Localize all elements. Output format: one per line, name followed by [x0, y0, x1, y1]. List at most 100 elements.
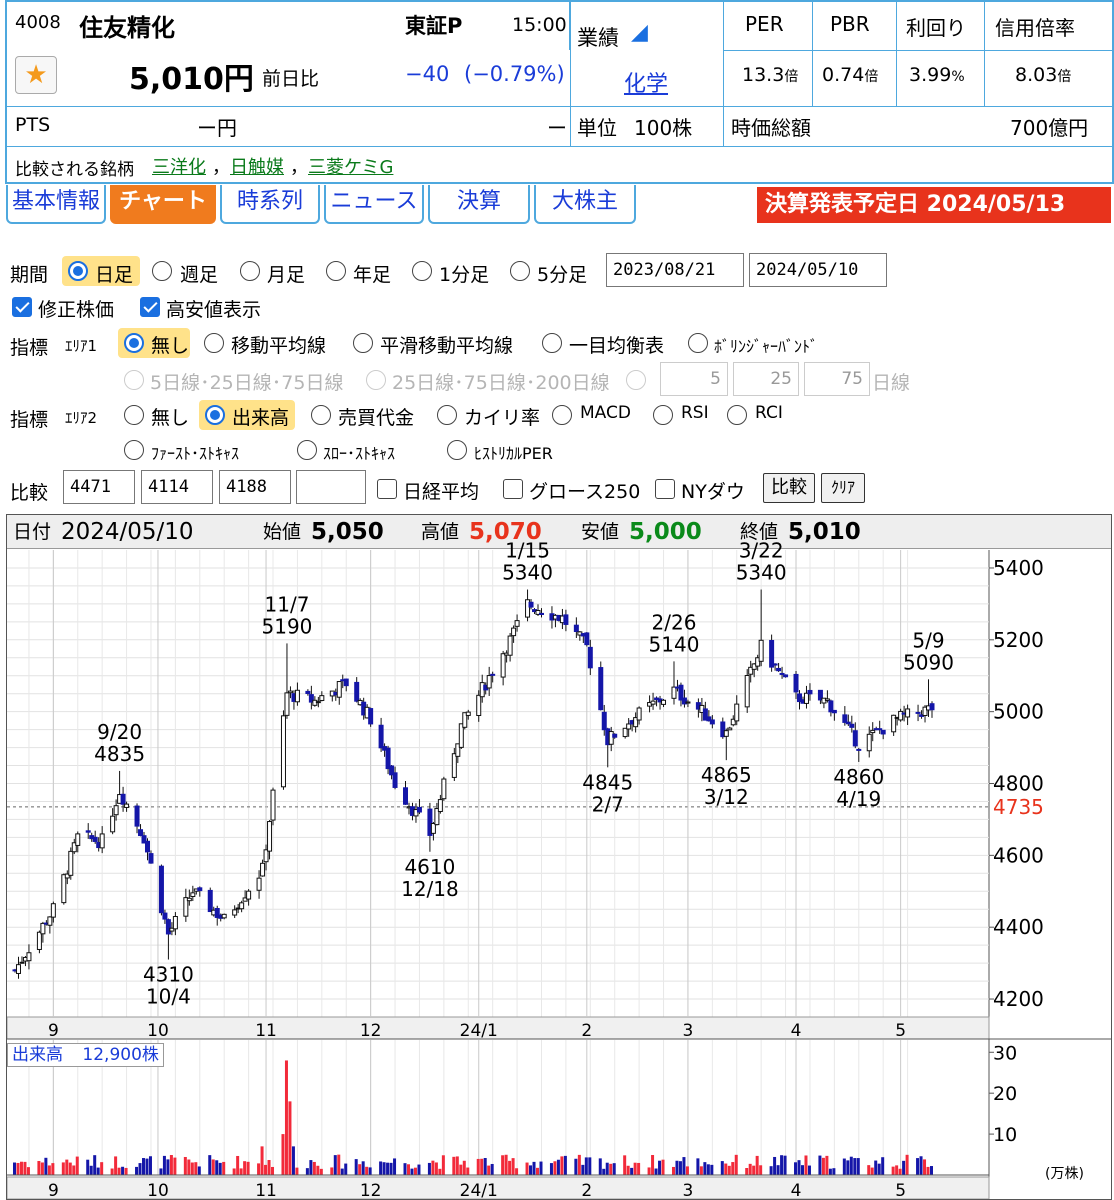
tab-earnings[interactable]: 決算 — [428, 185, 530, 224]
tab-chart[interactable]: チャート — [110, 185, 216, 224]
compare-code-3[interactable]: 4188 — [219, 470, 291, 504]
ind1-radio-smooth-ma[interactable] — [353, 333, 373, 353]
volume-bar — [267, 1159, 271, 1175]
volume-bar — [239, 1168, 243, 1175]
volume-bar — [867, 1165, 871, 1175]
y-tick-label: 4800 — [993, 772, 1044, 796]
yield-value: 3.99% — [909, 64, 965, 86]
radio-yearly[interactable] — [326, 261, 346, 281]
volume-bar — [846, 1160, 850, 1175]
ind2-radio-volume[interactable] — [205, 405, 225, 425]
stock-name: 住友精化 — [79, 14, 175, 42]
volume-bar — [849, 1156, 853, 1175]
ma-input-2[interactable]: 25 — [733, 362, 799, 396]
volume-bar — [508, 1160, 512, 1175]
candle-body — [368, 708, 374, 725]
ind2-radio-none[interactable] — [124, 405, 144, 425]
nydow-checkbox[interactable] — [655, 479, 675, 499]
highlow-checkbox[interactable] — [140, 297, 160, 317]
volume-bar — [804, 1155, 808, 1175]
ind2-radio-slow-stoch[interactable] — [297, 440, 317, 460]
compare-code-2[interactable]: 4114 — [141, 470, 213, 504]
tab-timeseries[interactable]: 時系列 — [220, 185, 320, 224]
candle-body — [671, 686, 677, 699]
nikkei-checkbox[interactable] — [377, 479, 397, 499]
candle-body — [403, 787, 409, 805]
volume-bar — [720, 1161, 724, 1175]
ind2-radio-rci[interactable] — [727, 405, 747, 425]
volume-bar — [379, 1161, 383, 1175]
candle-body — [172, 916, 178, 930]
ma-input-3[interactable]: 75 — [804, 362, 870, 396]
ind2-radio-hist-per[interactable] — [447, 440, 467, 460]
radio-monthly[interactable] — [240, 261, 260, 281]
sector-link[interactable]: 化学 — [624, 66, 668, 98]
ind1-radio-bollinger[interactable] — [688, 333, 708, 353]
compare-code-1[interactable]: 4471 — [63, 470, 135, 504]
favorite-star-button[interactable]: ★ — [15, 56, 57, 94]
tab-basic-info[interactable]: 基本情報 — [6, 185, 106, 224]
radio-daily[interactable] — [68, 261, 88, 281]
tab-major-shareholders[interactable]: 大株主 — [534, 185, 636, 224]
compare-button[interactable]: 比較 — [763, 473, 815, 503]
volume-bar — [260, 1146, 264, 1175]
volume-bar — [389, 1162, 393, 1175]
volume-bar — [264, 1164, 268, 1175]
candle-body — [852, 730, 858, 747]
candle-body — [186, 897, 192, 902]
date-to-input[interactable]: 2024/05/10 — [749, 253, 887, 287]
candle-body — [779, 672, 785, 675]
ind2-radio-fast-stoch[interactable] — [124, 440, 144, 460]
adjusted-price-checkbox[interactable] — [12, 297, 32, 317]
star-icon: ★ — [24, 60, 48, 90]
compare-link-2[interactable]: 日触媒 — [230, 153, 284, 179]
volume-bar — [877, 1163, 881, 1175]
ind2-radio-rsi[interactable] — [653, 405, 673, 425]
ind2-radio-turnover[interactable] — [311, 405, 331, 425]
radio-weekly[interactable] — [152, 261, 172, 281]
radio-5min[interactable] — [510, 261, 530, 281]
ind1-sub-radio-1[interactable] — [124, 370, 144, 390]
volume-bar — [734, 1154, 738, 1175]
volume-bar — [44, 1157, 48, 1175]
ind1-radio-ma[interactable] — [204, 333, 224, 353]
ind2-none-label: 無し — [151, 407, 190, 429]
date-from-input[interactable]: 2023/08/21 — [606, 253, 744, 287]
volume-bar — [476, 1158, 480, 1175]
compare-link-1[interactable]: 三洋化 — [152, 153, 206, 179]
pbr-value: 0.74倍 — [822, 64, 879, 86]
volume-bar — [895, 1165, 899, 1175]
ind1-radio-none[interactable] — [124, 333, 144, 353]
annotation-label-top: 5/9 — [912, 628, 944, 652]
annotation-label-top: 4610 — [404, 855, 455, 879]
volume-bar — [236, 1155, 240, 1175]
volume-bar — [682, 1157, 686, 1175]
volume-bar — [651, 1155, 655, 1175]
volume-bar — [480, 1158, 484, 1175]
candle-body — [343, 678, 349, 687]
candle-body — [260, 862, 266, 877]
clear-button[interactable]: ｸﾘｱ — [821, 473, 865, 503]
candle-body — [500, 653, 506, 678]
ma-input-1[interactable]: 5 — [660, 362, 728, 396]
growth250-checkbox[interactable] — [503, 479, 523, 499]
volume-bar — [333, 1155, 337, 1175]
ind2-radio-macd[interactable] — [552, 405, 572, 425]
radio-1min[interactable] — [412, 261, 432, 281]
volume-bar — [72, 1165, 76, 1175]
candle-body — [15, 964, 21, 974]
candle-body — [305, 690, 311, 695]
volume-bar — [577, 1154, 581, 1175]
ind1-sub-radio-3[interactable] — [626, 370, 646, 390]
candle-body — [162, 912, 168, 920]
ind1-radio-ichimoku[interactable] — [542, 333, 562, 353]
gyoseki-arrow-icon[interactable]: ◢ — [631, 20, 648, 45]
compare-code-4[interactable] — [296, 470, 366, 504]
tab-news[interactable]: ニュース — [324, 185, 424, 224]
market-cap-label: 時価総額 — [731, 116, 811, 140]
x-tick-label: 3 — [683, 1021, 694, 1041]
volume-bar — [752, 1165, 756, 1175]
ind2-radio-deviation[interactable] — [437, 405, 457, 425]
compare-link-3[interactable]: 三菱ケミG — [308, 153, 393, 179]
ind1-sub-radio-2[interactable] — [366, 370, 386, 390]
